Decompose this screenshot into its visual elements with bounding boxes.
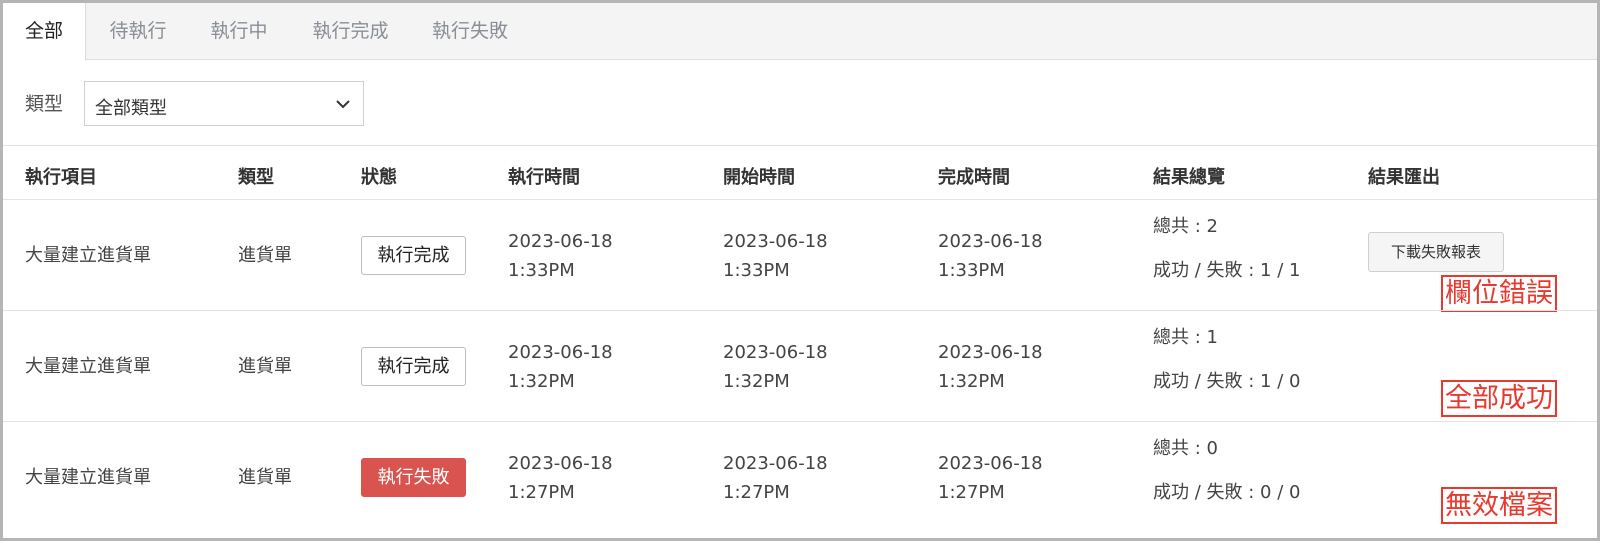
- row-end-time: 1:32PM: [938, 371, 1005, 392]
- row-total: 總共 : 2: [1153, 216, 1218, 237]
- status-badge: 執行失敗: [361, 458, 466, 497]
- annotation-field-error: 欄位錯誤: [1441, 275, 1557, 312]
- row-type: 進貨單: [238, 356, 292, 377]
- header-type: 類型: [238, 167, 274, 188]
- row-end-date: 2023-06-18: [938, 231, 1043, 252]
- row-exec-date: 2023-06-18: [508, 453, 613, 474]
- row-start-time: 1:32PM: [723, 371, 790, 392]
- row-start-time: 1:27PM: [723, 482, 790, 503]
- row-end-date: 2023-06-18: [938, 342, 1043, 363]
- row-result: 成功 / 失敗 : 1 / 1: [1153, 260, 1301, 281]
- row-start-date: 2023-06-18: [723, 453, 828, 474]
- row-exec-time: 1:33PM: [508, 260, 575, 281]
- row-type: 進貨單: [238, 245, 292, 266]
- row-result: 成功 / 失敗 : 0 / 0: [1153, 482, 1301, 503]
- tab-pending[interactable]: 待執行: [98, 3, 178, 60]
- status-badge: 執行完成: [361, 347, 466, 386]
- row-start-date: 2023-06-18: [723, 231, 828, 252]
- row-exec-time: 1:32PM: [508, 371, 575, 392]
- row-start-time: 1:33PM: [723, 260, 790, 281]
- divider: [3, 145, 1597, 146]
- annotation-invalid-file: 無效檔案: [1441, 487, 1557, 524]
- header-status: 狀態: [361, 167, 397, 188]
- header-result-export: 結果匯出: [1368, 167, 1440, 188]
- row-total: 總共 : 1: [1153, 327, 1218, 348]
- header-result-overview: 結果總覽: [1153, 167, 1225, 188]
- header-end-time: 完成時間: [938, 167, 1010, 188]
- divider: [3, 421, 1597, 422]
- row-item: 大量建立進貨單: [25, 356, 151, 377]
- annotation-all-success: 全部成功: [1441, 380, 1557, 417]
- chevron-down-icon: [336, 100, 350, 109]
- row-exec-date: 2023-06-18: [508, 342, 613, 363]
- type-filter-label: 類型: [25, 93, 64, 115]
- divider: [3, 310, 1597, 311]
- row-item: 大量建立進貨單: [25, 245, 151, 266]
- row-result: 成功 / 失敗 : 1 / 0: [1153, 371, 1301, 392]
- page-frame: 全部 待執行 執行中 執行完成 執行失敗 類型 全部類型 執行項目 類型 狀態 …: [0, 0, 1600, 541]
- header-item: 執行項目: [25, 167, 97, 188]
- row-total: 總共 : 0: [1153, 438, 1218, 459]
- header-start-time: 開始時間: [723, 167, 795, 188]
- row-type: 進貨單: [238, 467, 292, 488]
- status-badge: 執行完成: [361, 236, 466, 275]
- header-exec-time: 執行時間: [508, 167, 580, 188]
- tab-all[interactable]: 全部: [3, 3, 86, 61]
- row-start-date: 2023-06-18: [723, 342, 828, 363]
- divider: [3, 199, 1597, 200]
- row-item: 大量建立進貨單: [25, 467, 151, 488]
- tab-running[interactable]: 執行中: [199, 3, 279, 60]
- row-exec-time: 1:27PM: [508, 482, 575, 503]
- status-tabs: 全部 待執行 執行中 執行完成 執行失敗: [3, 3, 1597, 61]
- type-filter-value: 全部類型: [95, 98, 167, 119]
- type-filter-select[interactable]: 全部類型: [84, 81, 364, 126]
- row-end-time: 1:27PM: [938, 482, 1005, 503]
- row-end-date: 2023-06-18: [938, 453, 1043, 474]
- row-end-time: 1:33PM: [938, 260, 1005, 281]
- download-failure-report-button[interactable]: 下載失敗報表: [1368, 232, 1504, 272]
- tab-completed[interactable]: 執行完成: [301, 3, 400, 60]
- tab-failed[interactable]: 執行失敗: [420, 3, 520, 60]
- row-exec-date: 2023-06-18: [508, 231, 613, 252]
